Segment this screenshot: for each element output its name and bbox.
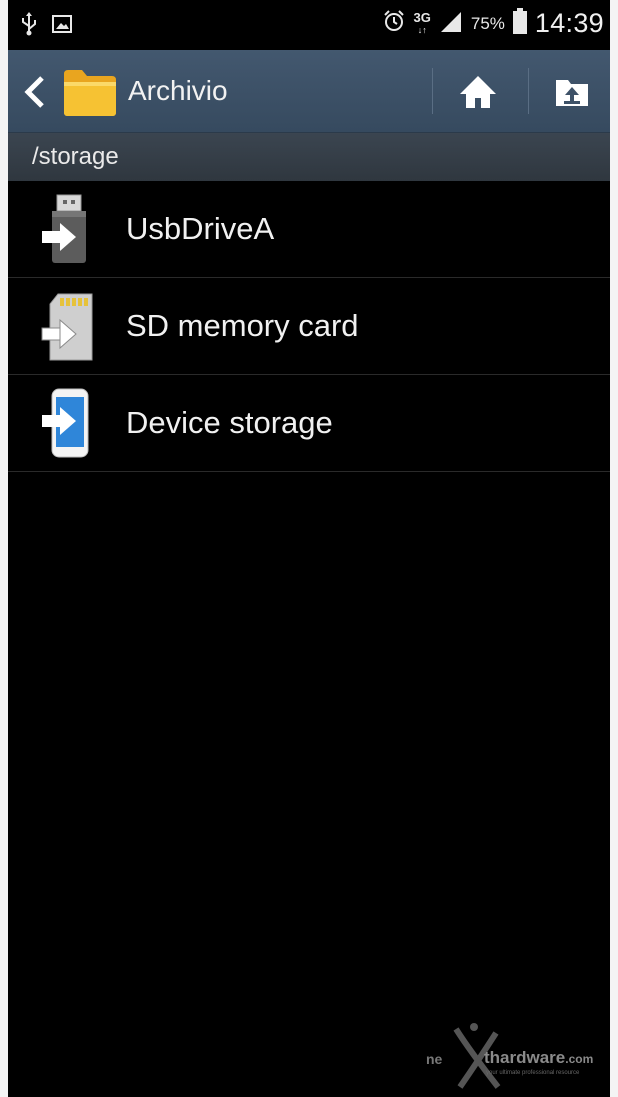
action-bar: Archivio [8, 50, 610, 133]
sd-card-icon [38, 290, 98, 362]
divider [528, 68, 529, 114]
device-storage-icon [38, 387, 98, 459]
list-item-label: Device storage [126, 405, 333, 440]
usb-icon [20, 12, 38, 41]
divider [432, 68, 433, 114]
status-bar-left [20, 12, 72, 41]
watermark-logo: ne thardware.com your ultimate professio… [426, 1021, 606, 1091]
alarm-icon [382, 9, 406, 38]
home-icon [460, 76, 496, 108]
folder-up-button[interactable] [548, 70, 596, 112]
chevron-left-icon [24, 76, 44, 108]
current-path: /storage [32, 143, 119, 170]
list-item-label: UsbDriveA [126, 211, 275, 246]
folder-app-icon [62, 66, 118, 118]
page-title: Archivio [128, 75, 228, 106]
folder-up-icon [556, 80, 588, 106]
back-button[interactable] [22, 74, 48, 110]
signal-icon [439, 10, 463, 37]
breadcrumb: /storage [8, 133, 610, 181]
battery-icon [512, 8, 527, 39]
status-bar: 3G ↓↑ 75% 14:39 [8, 0, 610, 50]
screen: 3G ↓↑ 75% 14:39 Archivio /storage UsbDri… [8, 0, 610, 1097]
watermark-suffix: .com [565, 1052, 594, 1066]
watermark-brand: thardware.com [484, 1048, 593, 1068]
image-icon [52, 15, 72, 38]
watermark-tagline: your ultimate professional resource [486, 1070, 580, 1076]
clock: 14:39 [534, 8, 604, 38]
status-bar-right: 3G ↓↑ 75% 14:39 [382, 8, 604, 39]
battery-percent: 75% [470, 13, 505, 33]
usb-drive-icon [38, 193, 98, 265]
home-button[interactable] [454, 70, 502, 112]
watermark-brand-name: thardware [484, 1048, 566, 1067]
network-indicator: 3G ↓↑ [413, 9, 431, 36]
list-item-usb-drive[interactable]: UsbDriveA [8, 181, 610, 278]
network-type: 3G [413, 9, 431, 25]
watermark-prefix: ne [426, 1051, 443, 1067]
list-item-sd-card[interactable]: SD memory card [8, 278, 610, 375]
storage-list: UsbDriveA SD memory card Device storage [8, 181, 610, 472]
network-activity-arrows: ↓↑ [417, 24, 427, 35]
list-item-label: SD memory card [126, 308, 359, 343]
list-item-device-storage[interactable]: Device storage [8, 375, 610, 472]
